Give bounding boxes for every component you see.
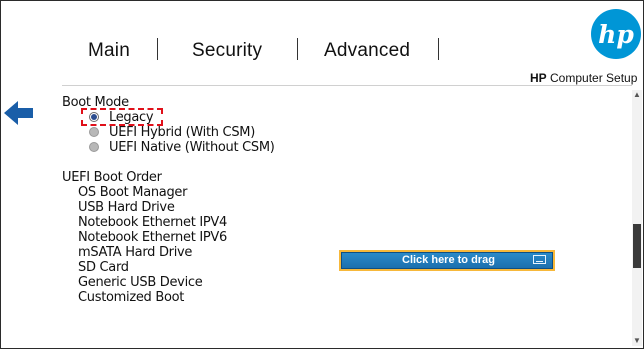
title-text: Computer Setup [550,71,638,85]
tab-divider [297,38,298,60]
page-title: HP Computer Setup [530,71,637,85]
hp-logo: hp [591,9,641,59]
radio-uefi-hybrid[interactable] [89,127,99,137]
option-uefi-native-label[interactable]: UEFI Native (Without CSM) [109,140,275,155]
option-uefi-hybrid-label[interactable]: UEFI Hybrid (With CSM) [109,125,255,140]
uefi-boot-order-label: UEFI Boot Order [62,170,162,185]
boot-order-item[interactable]: SD Card [78,260,129,275]
divider [62,85,632,86]
scrollbar-track[interactable] [632,90,642,346]
tab-security[interactable]: Security [192,40,262,62]
tab-main[interactable]: Main [88,40,130,62]
back-arrow-icon[interactable] [4,100,34,126]
logo-text: hp [598,20,634,49]
scroll-up-icon[interactable]: ▲ [632,90,642,100]
boot-order-item[interactable]: Notebook Ethernet IPV6 [78,230,227,245]
tab-divider [438,38,439,60]
boot-order-item[interactable]: USB Hard Drive [78,200,175,215]
boot-order-item[interactable]: OS Boot Manager [78,185,187,200]
radio-legacy[interactable] [89,112,99,122]
scrollbar-thumb[interactable] [633,224,641,268]
scroll-down-icon[interactable]: ▼ [632,336,642,346]
radio-uefi-native[interactable] [89,142,99,152]
screen-icon[interactable] [533,255,546,264]
drag-bar[interactable]: Click here to drag [341,252,553,269]
boot-order-item[interactable]: mSATA Hard Drive [78,245,192,260]
boot-order-item[interactable]: Notebook Ethernet IPV4 [78,215,227,230]
boot-order-item[interactable]: Customized Boot [78,290,184,305]
drag-label: Click here to drag [402,254,495,266]
option-legacy-label[interactable]: Legacy [109,110,154,125]
brand-name: HP [530,71,547,85]
boot-order-item[interactable]: Generic USB Device [78,275,203,290]
tab-advanced[interactable]: Advanced [324,40,410,62]
tab-divider [157,38,158,60]
drag-handle[interactable]: Click here to drag [339,250,555,271]
